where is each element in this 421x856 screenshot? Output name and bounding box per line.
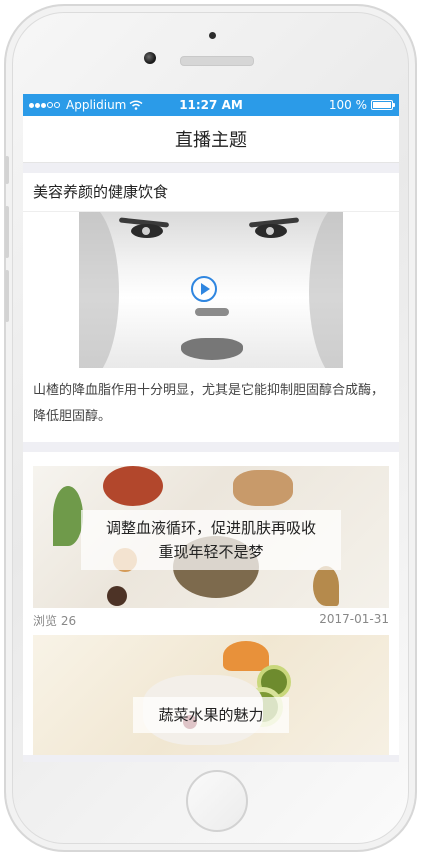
featured-title: 美容养颜的健康饮食: [23, 173, 399, 212]
dried-fruit-slice: [103, 466, 163, 506]
home-button[interactable]: [186, 770, 248, 832]
nose: [195, 308, 229, 316]
app-screen: Applidium 11:27 AM 100 % 直播主题 美容养颜的健康饮食: [23, 94, 399, 762]
topic-title: 调整血液循环，促进肌肤再吸收 重现年轻不是梦: [81, 510, 341, 570]
signal-strength-icon: [29, 102, 60, 108]
view-count-label: 浏览: [33, 614, 58, 628]
featured-description: 山楂的降血脂作用十分明显，尤其是它能抑制胆固醇合成酶，降低胆固醇。: [33, 383, 385, 424]
nav-bar: 直播主题: [23, 116, 399, 163]
proximity-sensor: [209, 32, 216, 39]
status-right: 100 %: [328, 98, 395, 112]
ginger-root: [233, 470, 293, 506]
hair-shadow-left: [79, 212, 119, 368]
carrier-label: Applidium: [66, 98, 127, 112]
featured-video-thumbnail[interactable]: [79, 212, 343, 368]
orange-slice: [223, 641, 269, 671]
seed-pod: [313, 566, 339, 606]
lips: [181, 338, 243, 360]
battery-percent: 100 %: [328, 98, 367, 112]
left-eye: [131, 224, 163, 238]
topic-image[interactable]: 蔬菜水果的魅力: [33, 635, 389, 755]
topic-title: 蔬菜水果的魅力: [133, 697, 289, 733]
page-title: 直播主题: [175, 130, 247, 151]
wifi-icon: [129, 100, 143, 110]
featured-card[interactable]: 美容养颜的健康饮食 山楂的降血脂作用十分明显，尤其是它能抑制胆固醇合成酶，降低胆…: [23, 173, 399, 442]
battery-icon: [371, 100, 395, 110]
topic-meta: 浏览 26 2017-01-31: [33, 608, 389, 635]
volume-down-button: [5, 270, 9, 322]
earpiece-speaker: [180, 56, 254, 66]
mute-switch: [5, 156, 9, 184]
topic-image[interactable]: 调整血液循环，促进肌肤再吸收 重现年轻不是梦: [33, 466, 389, 608]
topic-card[interactable]: 调整血液循环，促进肌肤再吸收 重现年轻不是梦 浏览 26 2017-01-31 …: [23, 452, 399, 755]
hair-shadow-right: [309, 212, 343, 368]
topic-date: 2017-01-31: [319, 612, 389, 626]
volume-up-button: [5, 206, 9, 258]
star-anise: [107, 586, 127, 606]
front-camera: [144, 52, 156, 64]
status-bar: Applidium 11:27 AM 100 %: [23, 94, 399, 116]
status-left: Applidium: [29, 98, 143, 112]
leaf: [53, 486, 83, 546]
play-icon[interactable]: [191, 276, 217, 302]
right-eye: [255, 224, 287, 238]
battery-fill: [373, 102, 391, 108]
view-count: 浏览 26: [33, 612, 76, 629]
view-count-value: 26: [60, 614, 77, 628]
